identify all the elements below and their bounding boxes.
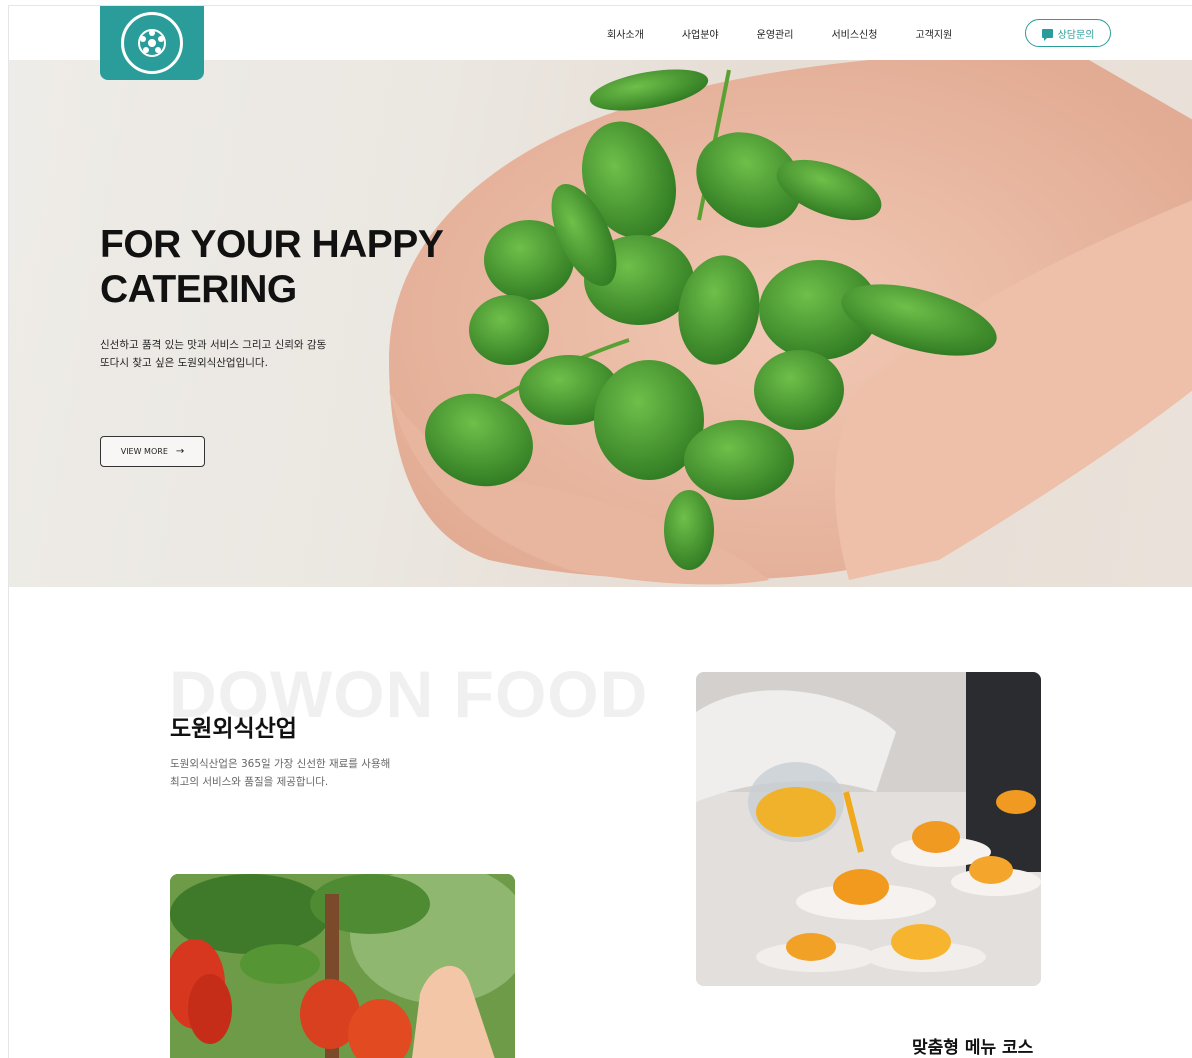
section-desc-line1: 도원외식산업은 365일 가장 신선한 재료를 사용해 bbox=[170, 758, 391, 770]
consult-button[interactable]: 상담문의 bbox=[1025, 19, 1111, 47]
hero-title: FOR YOUR HAPPY CATERING bbox=[100, 222, 444, 312]
consult-button-label: 상담문의 bbox=[1057, 29, 1095, 41]
nav-item-support[interactable]: 고객지원 bbox=[915, 26, 952, 41]
hero-title-line2: CATERING bbox=[100, 268, 297, 311]
hero-desc-line1: 신선하고 품격 있는 맛과 서비스 그리고 신뢰와 감동 bbox=[100, 339, 327, 351]
chef-pouring-sauce-image bbox=[696, 672, 1041, 986]
chat-icon bbox=[1041, 28, 1053, 41]
logo-badge-icon bbox=[121, 12, 183, 74]
nav-item-company[interactable]: 회사소개 bbox=[607, 26, 644, 41]
harvest-peppers-image bbox=[170, 874, 515, 1058]
section-description: 도원외식산업은 365일 가장 신선한 재료를 사용해 최고의 서비스와 품질을… bbox=[170, 755, 390, 791]
section-title: 도원외식산업 bbox=[170, 716, 297, 742]
arrow-right-icon: → bbox=[175, 446, 185, 457]
hero-basil-hands-image bbox=[389, 60, 1192, 585]
card-subtitle: 맞춤형 메뉴 코스 bbox=[912, 1038, 1034, 1058]
hero-desc-line2: 또다시 찾고 싶은 도원외식산업입니다. bbox=[100, 357, 268, 369]
nav-item-service[interactable]: 서비스신청 bbox=[831, 26, 877, 41]
view-more-label: VIEW MORE bbox=[120, 447, 168, 456]
hero-description: 신선하고 품격 있는 맛과 서비스 그리고 신뢰와 감동 또다시 찾고 싶은 도… bbox=[100, 336, 326, 372]
hero-banner: FOR YOUR HAPPY CATERING 신선하고 품격 있는 맛과 서비… bbox=[9, 60, 1192, 587]
page-frame: 회사소개 사업분야 운영관리 서비스신청 고객지원 상담문의 FOR YOUR … bbox=[8, 5, 1192, 1058]
logo[interactable] bbox=[100, 6, 204, 80]
main-nav: 회사소개 사업분야 운영관리 서비스신청 고객지원 bbox=[607, 26, 990, 41]
hero-title-line1: FOR YOUR HAPPY bbox=[100, 223, 444, 266]
section-desc-line2: 최고의 서비스와 품질을 제공합니다. bbox=[170, 776, 329, 788]
view-more-button[interactable]: VIEW MORE → bbox=[100, 436, 205, 467]
nav-item-business[interactable]: 사업분야 bbox=[682, 26, 719, 41]
nav-item-operation[interactable]: 운영관리 bbox=[757, 26, 794, 41]
site-header: 회사소개 사업분야 운영관리 서비스신청 고객지원 상담문의 bbox=[9, 6, 1192, 80]
